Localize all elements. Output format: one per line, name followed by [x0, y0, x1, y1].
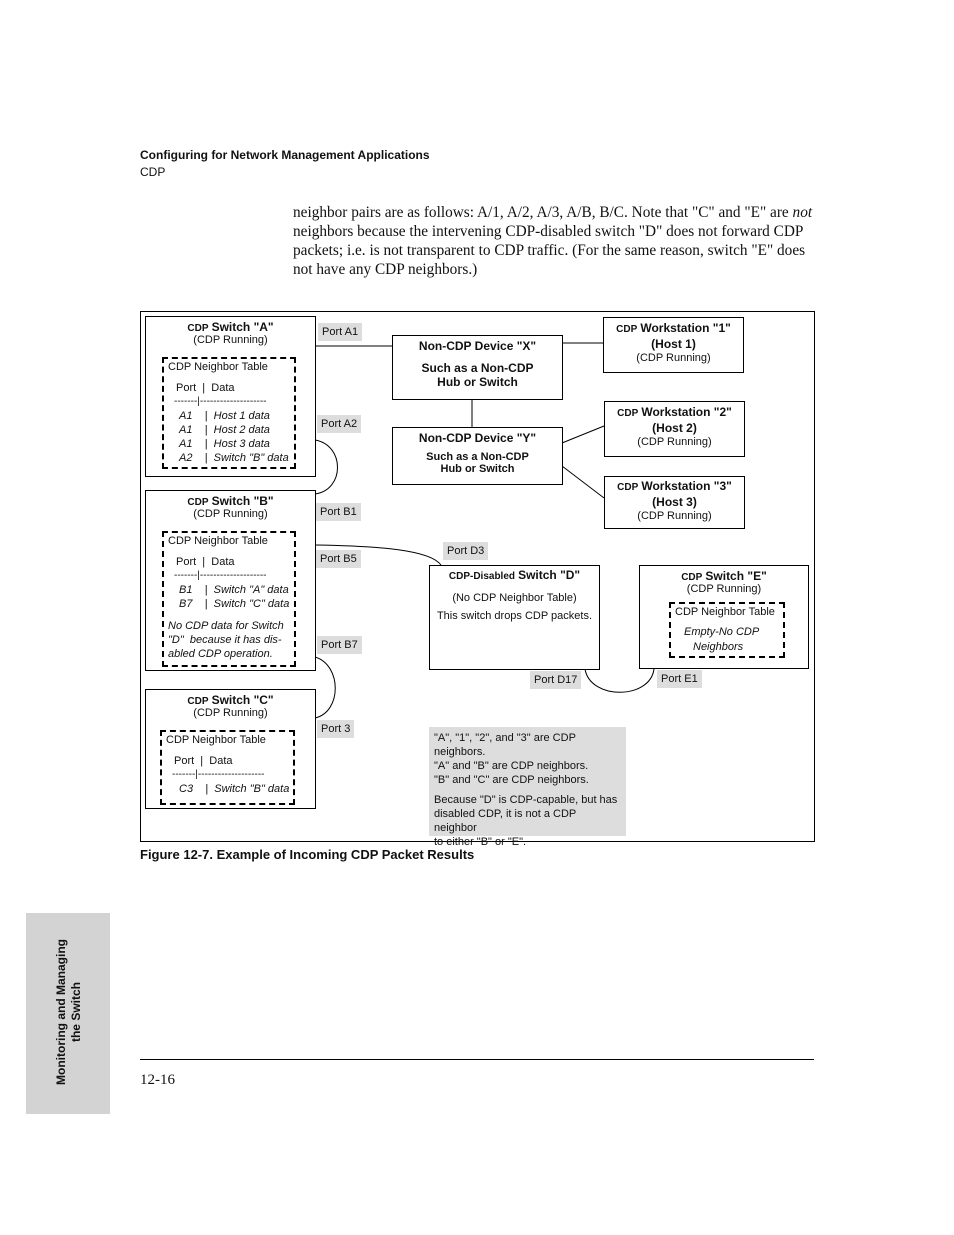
workstation-2-host: (Host 2)	[652, 421, 697, 435]
link-a2-b1	[314, 439, 338, 495]
table-header: Port | Data	[176, 556, 235, 568]
switch-e-title: Switch "E"	[705, 569, 767, 583]
workstation-2-box: CDP Workstation "2" (Host 2) (CDP Runnin…	[604, 401, 745, 457]
workstation-2-title: Workstation "2"	[641, 405, 732, 419]
table-header: Port | Data	[176, 382, 235, 394]
label-prefix: CDP	[187, 497, 209, 508]
port-3-label: Port 3	[317, 720, 355, 738]
page-number: 12-16	[140, 1072, 175, 1088]
port-a2-label: Port A2	[317, 415, 362, 433]
label-prefix: CDP	[617, 408, 639, 419]
workstation-1-box: CDP Workstation "1" (Host 1) (CDP Runnin…	[603, 317, 744, 373]
legend-line: "B" and "C" are CDP neighbors.	[434, 774, 589, 786]
switch-e-status: (CDP Running)	[686, 583, 762, 595]
side-tab: Monitoring and Managing the Switch	[26, 913, 110, 1114]
port-b7-label: Port B7	[317, 636, 362, 654]
switch-d-title: Switch "D"	[518, 568, 581, 582]
table-row: C3 | Switch "B" data	[179, 783, 290, 795]
port-b1-label: Port B1	[316, 503, 361, 521]
table-title: CDP Neighbor Table	[166, 734, 266, 746]
side-tab-line: the Switch	[69, 982, 83, 1043]
device-y-title: Non-CDP Device "Y"	[418, 431, 537, 445]
workstation-2-status: (CDP Running)	[637, 436, 712, 448]
switch-b-title: Switch "B"	[211, 494, 274, 508]
side-tab-label: Monitoring and Managing the Switch	[54, 927, 84, 1097]
switch-c-status: (CDP Running)	[193, 707, 268, 719]
port-d17-label: Port D17	[530, 671, 582, 689]
switch-c-neighbor-table: CDP Neighbor Table Port | Data -------|-…	[160, 730, 295, 805]
link-y-ws2	[561, 425, 605, 444]
switch-b-status: (CDP Running)	[193, 508, 268, 520]
switch-b-neighbor-table: CDP Neighbor Table Port | Data -------|-…	[162, 531, 296, 667]
switch-d-note: This switch drops CDP packets.	[436, 610, 593, 622]
switch-c-title: Switch "C"	[211, 693, 274, 707]
workstation-1-status: (CDP Running)	[636, 352, 711, 364]
workstation-3-box: CDP Workstation "3" (Host 3) (CDP Runnin…	[604, 476, 745, 529]
table-title: CDP Neighbor Table	[168, 535, 268, 547]
switch-a-title: Switch "A"	[211, 320, 274, 334]
table-row: B1 | Switch "A" data	[179, 584, 289, 596]
device-y-subtitle: Hub or Switch	[440, 463, 515, 475]
device-x-box: Non-CDP Device "X" Such as a Non-CDP Hub…	[392, 335, 563, 400]
port-e1-label: Port E1	[657, 670, 702, 688]
footer-rule	[140, 1059, 814, 1060]
link-y-ws3	[561, 465, 605, 499]
document-page: Configuring for Network Management Appli…	[0, 0, 954, 1235]
switch-e-neighbor-table: CDP Neighbor Table Empty-No CDP Neighbor…	[669, 602, 785, 658]
legend-note: "A", "1", "2", and "3" are CDP neighbors…	[429, 727, 626, 848]
legend-line: disabled CDP, it is not a CDP neighbor	[434, 808, 577, 834]
table-empty-note: Neighbors	[693, 641, 744, 653]
switch-d-note: (No CDP Neighbor Table)	[452, 592, 577, 604]
table-note: No CDP data for Switch "D" because it ha…	[168, 620, 284, 660]
workstation-3-status: (CDP Running)	[637, 510, 712, 522]
table-separator: -------|--------------------	[174, 396, 267, 407]
table-title: CDP Neighbor Table	[675, 606, 775, 618]
legend-line: Because "D" is CDP-capable, but has	[434, 794, 618, 806]
table-empty-note: Empty-No CDP	[684, 626, 760, 638]
table-separator: -------|--------------------	[174, 570, 267, 581]
link-d17-e1	[584, 668, 655, 693]
switch-c-box: CDP Switch "C" (CDP Running) CDP Neighbo…	[145, 689, 316, 809]
table-row: A2 | Switch "B" data	[179, 452, 289, 464]
table-separator: -------|--------------------	[172, 769, 265, 780]
label-prefix: CDP	[187, 323, 209, 334]
legend-line: "A", "1", "2", and "3" are CDP neighbors…	[434, 732, 576, 758]
switch-e-box: CDP Switch "E" (CDP Running) CDP Neighbo…	[639, 565, 809, 669]
label-prefix: CDP-Disabled	[448, 571, 515, 582]
switch-a-status: (CDP Running)	[193, 334, 268, 346]
switch-a-box: CDP Switch "A" (CDP Running) CDP Neighbo…	[145, 316, 316, 477]
workstation-1-host: (Host 1)	[651, 337, 696, 351]
table-row: B7 | Switch "C" data	[179, 598, 290, 610]
label-prefix: CDP	[681, 572, 703, 583]
table-row: A1 | Host 2 data	[179, 424, 270, 436]
device-x-title: Non-CDP Device "X"	[418, 339, 537, 353]
device-y-box: Non-CDP Device "Y" Such as a Non-CDP Hub…	[392, 427, 563, 485]
port-b5-label: Port B5	[316, 550, 361, 568]
figure-caption: Figure 12-7. Example of Incoming CDP Pac…	[140, 847, 475, 862]
switch-a-neighbor-table: CDP Neighbor Table Port | Data -------|-…	[162, 357, 296, 469]
label-prefix: CDP	[617, 482, 639, 493]
table-row: A1 | Host 3 data	[179, 438, 270, 450]
table-header: Port | Data	[174, 755, 233, 767]
port-d3-label: Port D3	[443, 542, 489, 560]
workstation-1-title: Workstation "1"	[640, 321, 731, 335]
legend-line: "A" and "B" are CDP neighbors.	[434, 760, 589, 772]
port-a1-label: Port A1	[318, 323, 363, 341]
label-prefix: CDP	[187, 696, 209, 707]
workstation-3-title: Workstation "3"	[641, 479, 732, 493]
device-y-subtitle: Such as a Non-CDP	[426, 451, 529, 463]
table-title: CDP Neighbor Table	[168, 361, 268, 373]
switch-d-box: CDP-Disabled Switch "D" (No CDP Neighbor…	[429, 565, 600, 670]
device-x-subtitle: Such as a Non-CDP	[421, 361, 534, 375]
switch-b-box: CDP Switch "B" (CDP Running) CDP Neighbo…	[145, 490, 316, 671]
workstation-3-host: (Host 3)	[652, 495, 697, 509]
label-prefix: CDP	[616, 324, 638, 335]
link-b7-c3	[314, 656, 336, 719]
table-row: A1 | Host 1 data	[179, 410, 270, 422]
device-x-subtitle: Hub or Switch	[437, 375, 518, 389]
side-tab-line: Monitoring and Managing	[54, 939, 68, 1085]
